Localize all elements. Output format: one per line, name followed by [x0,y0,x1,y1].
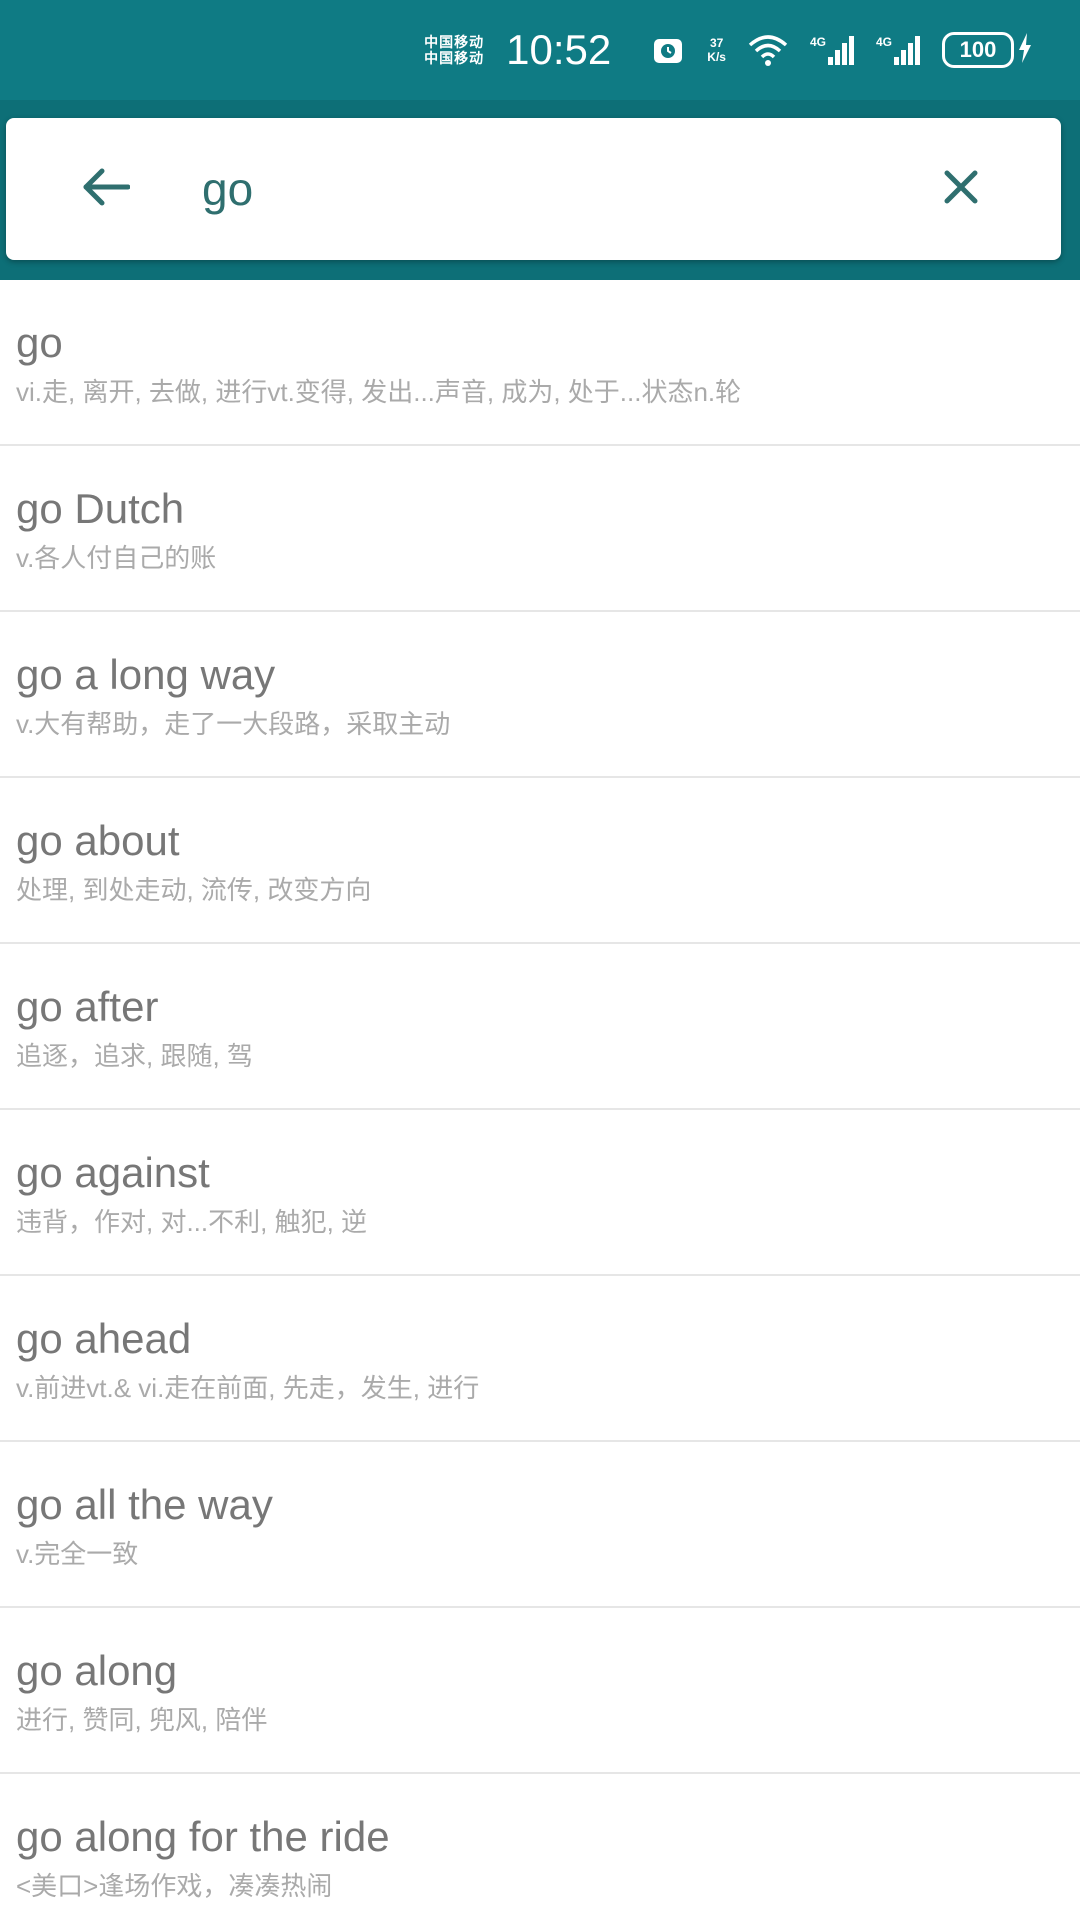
network-speed-unit: K/s [707,50,726,64]
list-item[interactable]: go along 进行, 赞同, 兜风, 陪伴 [0,1608,1080,1774]
list-item[interactable]: go a long way v.大有帮助，走了一大段路，采取主动 [0,612,1080,778]
result-definition: 违背，作对, 对...不利, 触犯, 逆 [16,1207,368,1237]
charging-icon [1018,32,1032,68]
result-definition: <美口>逢场作戏，凑凑热闹 [16,1871,333,1901]
network-speed-value: 37 [709,36,724,50]
search-input[interactable] [202,148,902,230]
search-bar [6,118,1061,260]
result-definition: 追逐，追求, 跟随, 驾 [16,1041,253,1071]
result-definition: v.完全一致 [16,1539,139,1569]
signal-1-label: 4G [809,35,826,49]
result-definition: 处理, 到处走动, 流传, 改变方向 [16,875,372,905]
alarm-icon [651,33,685,67]
result-definition: vi.走, 离开, 去做, 进行vt.变得, 发出...声音, 成为, 处于..… [16,377,742,407]
result-word: go a long way [16,651,276,698]
battery-icon: 100 [942,32,1032,68]
close-icon [942,168,980,211]
list-item[interactable]: go all the way v.完全一致 [0,1442,1080,1608]
battery-level: 100 [942,32,1014,68]
list-item[interactable]: go along for the ride <美口>逢场作戏，凑凑热闹 [0,1774,1080,1920]
status-time: 10:52 [506,26,612,73]
result-word: go all the way [16,1481,273,1528]
network-speed: 37 K/s [707,36,726,64]
arrow-left-icon [82,167,131,212]
list-item[interactable]: go after 追逐，追求, 跟随, 驾 [0,944,1080,1110]
list-item[interactable]: go against 违背，作对, 对...不利, 触犯, 逆 [0,1110,1080,1276]
list-item[interactable]: go ahead v.前进vt.& vi.走在前面, 先走，发生, 进行 [0,1276,1080,1442]
result-word: go Dutch [16,485,185,532]
results-list: go vi.走, 离开, 去做, 进行vt.变得, 发出...声音, 成为, 处… [0,280,1080,1920]
carrier-2-label: 中国移动 [424,50,485,66]
result-word: go along [16,1647,178,1694]
back-button[interactable] [76,159,136,219]
wifi-icon [748,33,788,67]
result-word: go along for the ride [16,1813,390,1860]
signal-icon: 4G [876,35,920,65]
result-word: go ahead [16,1315,192,1362]
result-definition: v.前进vt.& vi.走在前面, 先走，发生, 进行 [16,1373,480,1403]
result-word: go about [16,817,180,864]
list-item[interactable]: go about 处理, 到处走动, 流传, 改变方向 [0,778,1080,944]
result-word: go [16,319,63,366]
search-header [0,100,1080,280]
list-item[interactable]: go vi.走, 离开, 去做, 进行vt.变得, 发出...声音, 成为, 处… [0,280,1080,446]
signal-icon: 4G [810,35,854,65]
result-definition: v.大有帮助，走了一大段路，采取主动 [16,709,451,739]
result-word: go against [16,1149,210,1196]
clear-search-button[interactable] [931,159,991,219]
status-indicators: 中国移动 中国移动 10:52 37 K/s 4G 4G 100 [424,24,1032,76]
status-bar: 中国移动 中国移动 10:52 37 K/s 4G 4G 100 [0,0,1080,100]
carrier-1-label: 中国移动 [424,34,485,50]
list-item[interactable]: go Dutch v.各人付自己的账 [0,446,1080,612]
result-definition: v.各人付自己的账 [16,543,217,573]
result-word: go after [16,983,159,1030]
carrier-labels: 中国移动 中国移动 [424,34,484,66]
result-definition: 进行, 赞同, 兜风, 陪伴 [16,1705,268,1735]
signal-2-label: 4G [875,35,892,49]
